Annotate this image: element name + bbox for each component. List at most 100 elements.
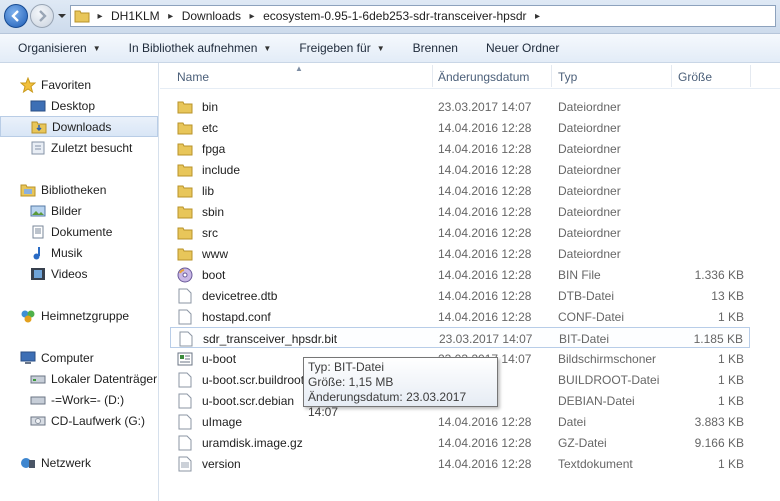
burn-button[interactable]: Brennen [405, 37, 466, 59]
file-name: bin [202, 99, 219, 114]
nav-recent[interactable]: Zuletzt besucht [0, 137, 158, 158]
nav-music[interactable]: Musik [0, 242, 158, 263]
nav-label: Netzwerk [41, 455, 92, 470]
file-date: 14.04.2016 12:28 [438, 247, 532, 261]
file-name: lib [202, 183, 215, 198]
add-to-library-label: In Bibliothek aufnehmen [128, 41, 258, 55]
table-row[interactable]: version 14.04.2016 12:28 Textdokument 1 … [170, 453, 750, 474]
breadcrumb-separator-icon[interactable]: ▸ [93, 11, 107, 22]
chevron-down-icon: ▼ [92, 43, 101, 53]
column-divider[interactable] [432, 65, 433, 87]
nav-downloads[interactable]: Downloads [0, 116, 158, 137]
forward-button[interactable] [30, 4, 54, 28]
nav-computer[interactable]: Computer [0, 347, 158, 368]
file-date: 14.04.2016 12:28 [438, 184, 532, 198]
folder-icon [176, 141, 194, 157]
breadcrumb-dh1klm[interactable]: DH1KLM [107, 9, 164, 23]
file-icon [176, 435, 194, 451]
disc-icon [176, 267, 194, 283]
breadcrumb-downloads[interactable]: Downloads [178, 9, 245, 23]
table-row[interactable]: devicetree.dtb 14.04.2016 12:28 DTB-Date… [170, 285, 750, 306]
file-type: Bildschirmschoner [558, 352, 657, 366]
new-folder-button[interactable]: Neuer Ordner [478, 37, 567, 59]
film-icon [29, 266, 47, 282]
nav-libraries[interactable]: Bibliotheken [0, 179, 158, 200]
file-name: include [202, 162, 241, 177]
file-name: u-boot.scr.buildroot [202, 372, 305, 387]
column-size[interactable]: Größe [678, 70, 712, 84]
nav-homegroup[interactable]: Heimnetzgruppe [0, 305, 158, 326]
file-name: uImage [202, 414, 243, 429]
table-row[interactable]: bin 23.03.2017 14:07 Dateiordner [170, 96, 750, 117]
file-icon [176, 414, 194, 430]
file-date: 14.04.2016 12:28 [438, 457, 532, 471]
file-icon [176, 393, 194, 409]
nav-network[interactable]: Netzwerk [0, 452, 158, 473]
address-bar[interactable]: ▸ DH1KLM ▸ Downloads ▸ ecosystem-0.95-1-… [70, 5, 776, 27]
file-size: 3.883 KB [694, 415, 744, 429]
back-button[interactable] [4, 4, 28, 28]
nav-label: Downloads [52, 119, 112, 134]
libraries-icon [19, 182, 37, 198]
table-row[interactable]: fpga 14.04.2016 12:28 Dateiordner [170, 138, 750, 159]
file-name: devicetree.dtb [202, 288, 278, 303]
nav-cd-drive[interactable]: CD-Laufwerk (G:) [0, 410, 158, 431]
column-divider[interactable] [671, 65, 672, 87]
file-date: 14.04.2016 12:28 [438, 142, 532, 156]
table-row[interactable]: src 14.04.2016 12:28 Dateiordner [170, 222, 750, 243]
file-size: 1 KB [717, 394, 744, 408]
file-name: boot [202, 267, 226, 282]
file-size: 1 KB [717, 310, 744, 324]
new-folder-label: Neuer Ordner [485, 41, 560, 55]
nav-favorites[interactable]: Favoriten [0, 74, 158, 95]
breadcrumb-separator-icon[interactable]: ▸ [164, 11, 178, 22]
file-name: u-boot [202, 351, 237, 366]
table-row[interactable]: hostapd.conf 14.04.2016 12:28 CONF-Datei… [170, 306, 750, 327]
organize-button[interactable]: Organisieren ▼ [10, 37, 109, 59]
nav-desktop[interactable]: Desktop [0, 95, 158, 116]
share-button[interactable]: Freigeben für ▼ [291, 37, 392, 59]
file-type: CONF-Datei [558, 310, 625, 324]
tooltip-type: Typ: BIT-Datei [308, 360, 385, 374]
breadcrumb-separator-icon[interactable]: ▸ [245, 11, 259, 22]
table-row[interactable]: etc 14.04.2016 12:28 Dateiordner [170, 117, 750, 138]
table-row[interactable]: lib 14.04.2016 12:28 Dateiordner [170, 180, 750, 201]
table-row-hovered[interactable]: sdr_transceiver_hpsdr.bit 23.03.2017 14:… [170, 327, 750, 348]
nav-label: Lokaler Datenträger [51, 371, 158, 386]
navigation-pane: Favoriten Desktop Downloads Zuletzt besu… [0, 63, 159, 501]
documents-icon [29, 224, 47, 240]
recent-pages-dropdown[interactable] [57, 10, 67, 22]
nav-work-drive[interactable]: -=Work=- (D:) [0, 389, 158, 410]
breadcrumb-separator-icon[interactable]: ▸ [531, 11, 545, 22]
column-date[interactable]: Änderungsdatum [438, 70, 529, 84]
nav-videos[interactable]: Videos [0, 263, 158, 284]
folder-icon [176, 120, 194, 136]
file-date: 14.04.2016 12:28 [438, 289, 532, 303]
file-type: Textdokument [558, 457, 633, 471]
table-row[interactable]: uramdisk.image.gz 14.04.2016 12:28 GZ-Da… [170, 432, 750, 453]
table-row[interactable]: sbin 14.04.2016 12:28 Dateiordner [170, 201, 750, 222]
file-type: Dateiordner [558, 121, 621, 135]
file-type: Dateiordner [558, 247, 621, 261]
nav-documents[interactable]: Dokumente [0, 221, 158, 242]
nav-label: Bilder [51, 203, 82, 218]
column-divider[interactable] [750, 65, 751, 87]
file-name: hostapd.conf [202, 309, 271, 324]
star-icon [19, 76, 37, 93]
column-name[interactable]: Name [177, 70, 209, 84]
table-row[interactable]: www 14.04.2016 12:28 Dateiordner [170, 243, 750, 264]
nav-label: Computer [41, 350, 94, 365]
table-row[interactable]: include 14.04.2016 12:28 Dateiordner [170, 159, 750, 180]
breadcrumb-current-folder[interactable]: ecosystem-0.95-1-6deb253-sdr-transceiver… [259, 9, 530, 23]
table-row[interactable]: boot 14.04.2016 12:28 BIN File 1.336 KB [170, 264, 750, 285]
file-size: 1 KB [717, 352, 744, 366]
column-type[interactable]: Typ [558, 70, 577, 84]
file-type: Dateiordner [558, 163, 621, 177]
file-date: 14.04.2016 12:28 [438, 268, 532, 282]
file-icon [177, 331, 195, 347]
nav-local-disk[interactable]: Lokaler Datenträger [0, 368, 158, 389]
add-to-library-button[interactable]: In Bibliothek aufnehmen ▼ [121, 37, 280, 59]
column-divider[interactable] [551, 65, 552, 87]
nav-pictures[interactable]: Bilder [0, 200, 158, 221]
screensaver-icon [176, 351, 194, 367]
